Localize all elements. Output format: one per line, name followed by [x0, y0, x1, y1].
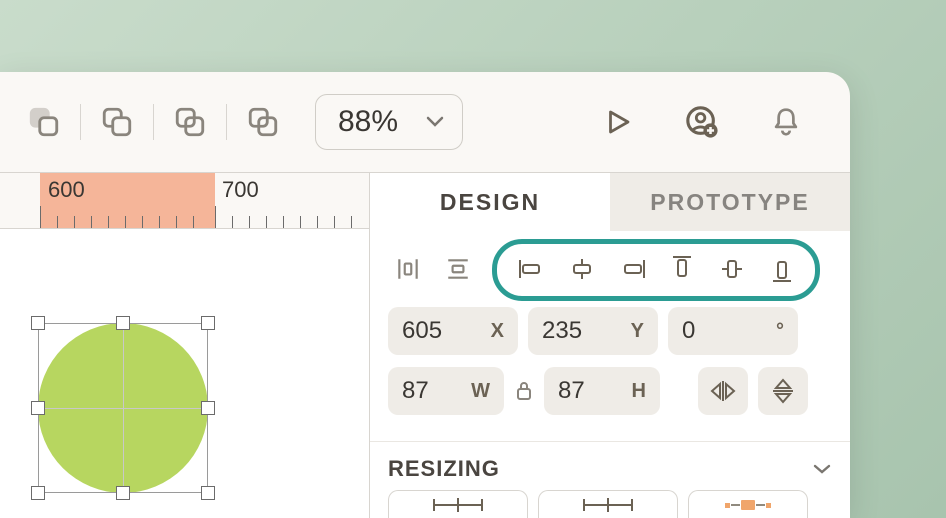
height-value: 87 — [558, 377, 624, 405]
inspector-panel: DESIGN PROTOTYPE — [369, 173, 850, 518]
x-field[interactable]: 605 X — [388, 307, 518, 355]
canvas-viewport[interactable] — [0, 229, 369, 518]
align-right-icon[interactable] — [612, 249, 652, 289]
selection-guide — [123, 323, 124, 493]
bell-icon[interactable] — [762, 98, 810, 146]
canvas[interactable]: 600 700 — [0, 173, 369, 518]
boolean-intersect-icon[interactable] — [166, 98, 214, 146]
align-top-icon[interactable] — [662, 249, 702, 289]
width-value: 87 — [402, 377, 463, 405]
chevron-down-icon — [812, 463, 832, 475]
play-icon[interactable] — [594, 98, 642, 146]
add-user-icon[interactable] — [678, 98, 726, 146]
resize-handle-sw[interactable] — [31, 486, 45, 500]
align-horizontal-distribute-icon[interactable] — [388, 249, 428, 289]
rotation-value: 0 — [682, 317, 768, 345]
resizing-title: RESIZING — [388, 456, 500, 482]
chevron-down-icon — [426, 116, 444, 128]
boolean-union-icon[interactable] — [93, 98, 141, 146]
lock-aspect-icon[interactable] — [514, 367, 534, 415]
flip-horizontal-button[interactable] — [698, 367, 748, 415]
resize-handle-e[interactable] — [201, 401, 215, 415]
resize-handle-nw[interactable] — [31, 316, 45, 330]
tab-design[interactable]: DESIGN — [370, 173, 610, 231]
align-center-v-icon[interactable] — [712, 249, 752, 289]
resize-handle-s[interactable] — [116, 486, 130, 500]
y-value: 235 — [542, 317, 623, 345]
resizing-height-control[interactable] — [538, 490, 678, 518]
y-label: Y — [631, 320, 644, 343]
toolbar-right — [594, 98, 830, 146]
content-area: 600 700 — [0, 172, 850, 518]
ruler-tick-label: 700 — [222, 177, 259, 203]
height-label: H — [632, 380, 646, 403]
design-section: 605 X 235 Y 0 ° 87 W — [370, 231, 850, 427]
resizing-section-header[interactable]: RESIZING — [370, 442, 850, 490]
align-bottom-icon[interactable] — [762, 249, 802, 289]
toolbar-divider — [153, 104, 154, 140]
ruler-horizontal: 600 700 — [0, 173, 369, 229]
size-row: 87 W 87 H — [388, 367, 832, 415]
inspector-tabs: DESIGN PROTOTYPE — [370, 173, 850, 231]
resize-handle-n[interactable] — [116, 316, 130, 330]
align-vertical-distribute-icon[interactable] — [438, 249, 478, 289]
y-field[interactable]: 235 Y — [528, 307, 658, 355]
resizing-controls — [370, 490, 850, 518]
align-center-h-icon[interactable] — [562, 249, 602, 289]
selected-ellipse[interactable] — [38, 323, 208, 493]
position-row: 605 X 235 Y 0 ° — [388, 307, 832, 355]
zoom-dropdown[interactable]: 88% — [315, 94, 463, 150]
alignment-row — [388, 249, 832, 289]
zoom-value: 88% — [338, 105, 398, 139]
rotation-field[interactable]: 0 ° — [668, 307, 798, 355]
width-label: W — [471, 380, 490, 403]
resize-handle-ne[interactable] — [201, 316, 215, 330]
resizing-width-control[interactable] — [388, 490, 528, 518]
x-value: 605 — [402, 317, 483, 345]
rotation-unit: ° — [776, 320, 784, 343]
boolean-subtract-icon[interactable] — [20, 98, 68, 146]
resizing-constraints-control[interactable] — [688, 490, 808, 518]
resize-handle-se[interactable] — [201, 486, 215, 500]
app-window: 88% 600 700 — [0, 72, 850, 518]
tab-prototype[interactable]: PROTOTYPE — [610, 173, 850, 231]
ruler-tick-label: 600 — [48, 177, 85, 203]
height-field[interactable]: 87 H — [544, 367, 660, 415]
align-left-icon[interactable] — [512, 249, 552, 289]
toolbar-divider — [226, 104, 227, 140]
x-label: X — [491, 320, 504, 343]
width-field[interactable]: 87 W — [388, 367, 504, 415]
toolbar: 88% — [0, 72, 850, 172]
toolbar-divider — [80, 104, 81, 140]
flip-vertical-button[interactable] — [758, 367, 808, 415]
resize-handle-w[interactable] — [31, 401, 45, 415]
boolean-exclude-icon[interactable] — [239, 98, 287, 146]
